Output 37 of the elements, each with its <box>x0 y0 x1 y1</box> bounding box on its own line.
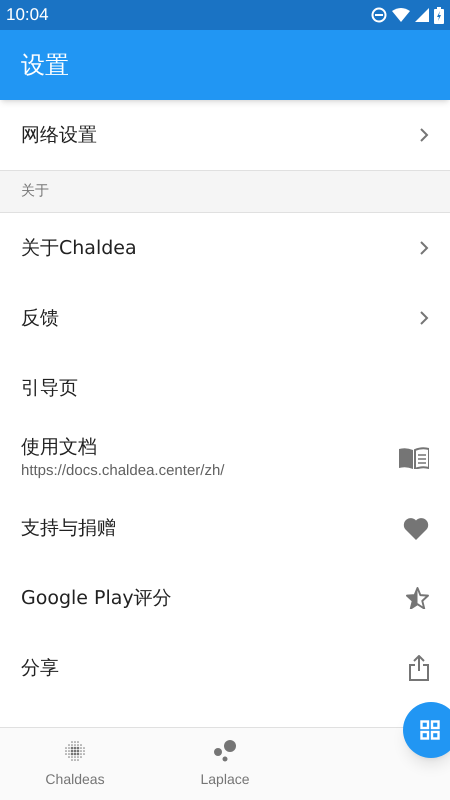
battery-icon <box>434 6 444 24</box>
chevron-right-icon <box>419 240 429 256</box>
settings-item[interactable]: Google Play评分 <box>0 563 450 633</box>
status-time: 10:04 <box>6 4 49 26</box>
item-title: 关于Chaldea <box>21 236 137 261</box>
bubbles-icon <box>212 738 238 762</box>
item-title: Google Play评分 <box>21 586 172 611</box>
grid-button[interactable] <box>403 702 450 758</box>
app-bar-title: 设置 <box>21 50 69 81</box>
dot-grid-icon <box>63 738 87 762</box>
nav-tab[interactable]: Chaldeas <box>0 728 150 800</box>
settings-item[interactable]: 支持与捐赠 <box>0 493 450 563</box>
item-title: 反馈 <box>21 306 59 331</box>
item-subtitle: https://docs.chaldea.center/zh/ <box>21 460 224 481</box>
do-not-disturb-icon <box>371 7 387 23</box>
section-title: 关于 <box>21 182 49 201</box>
item-title: 支持与捐赠 <box>21 516 116 541</box>
heart-icon <box>403 516 429 540</box>
settings-item[interactable]: 使用文档 https://docs.chaldea.center/zh/ <box>0 423 450 493</box>
settings-item[interactable]: 网络设置 <box>0 100 450 170</box>
wifi-icon <box>392 8 410 22</box>
chevron-right-icon <box>419 127 429 143</box>
settings-item[interactable]: 关于Chaldea <box>0 213 450 283</box>
item-title: 分享 <box>21 656 59 681</box>
signal-icon <box>415 8 429 22</box>
chevron-right-icon <box>419 310 429 326</box>
item-title: 引导页 <box>21 376 78 401</box>
nav-tab[interactable]: Laplace <box>150 728 300 800</box>
settings-item[interactable]: 分享 <box>0 633 450 703</box>
share-icon <box>409 655 429 681</box>
half-star-icon <box>406 587 429 609</box>
item-title: 使用文档 <box>21 434 98 460</box>
settings-item[interactable]: 引导页 <box>0 353 450 423</box>
book-icon <box>399 447 429 469</box>
settings-item[interactable]: 反馈 <box>0 283 450 353</box>
grid-icon <box>420 720 440 740</box>
item-title: 网络设置 <box>21 123 97 148</box>
